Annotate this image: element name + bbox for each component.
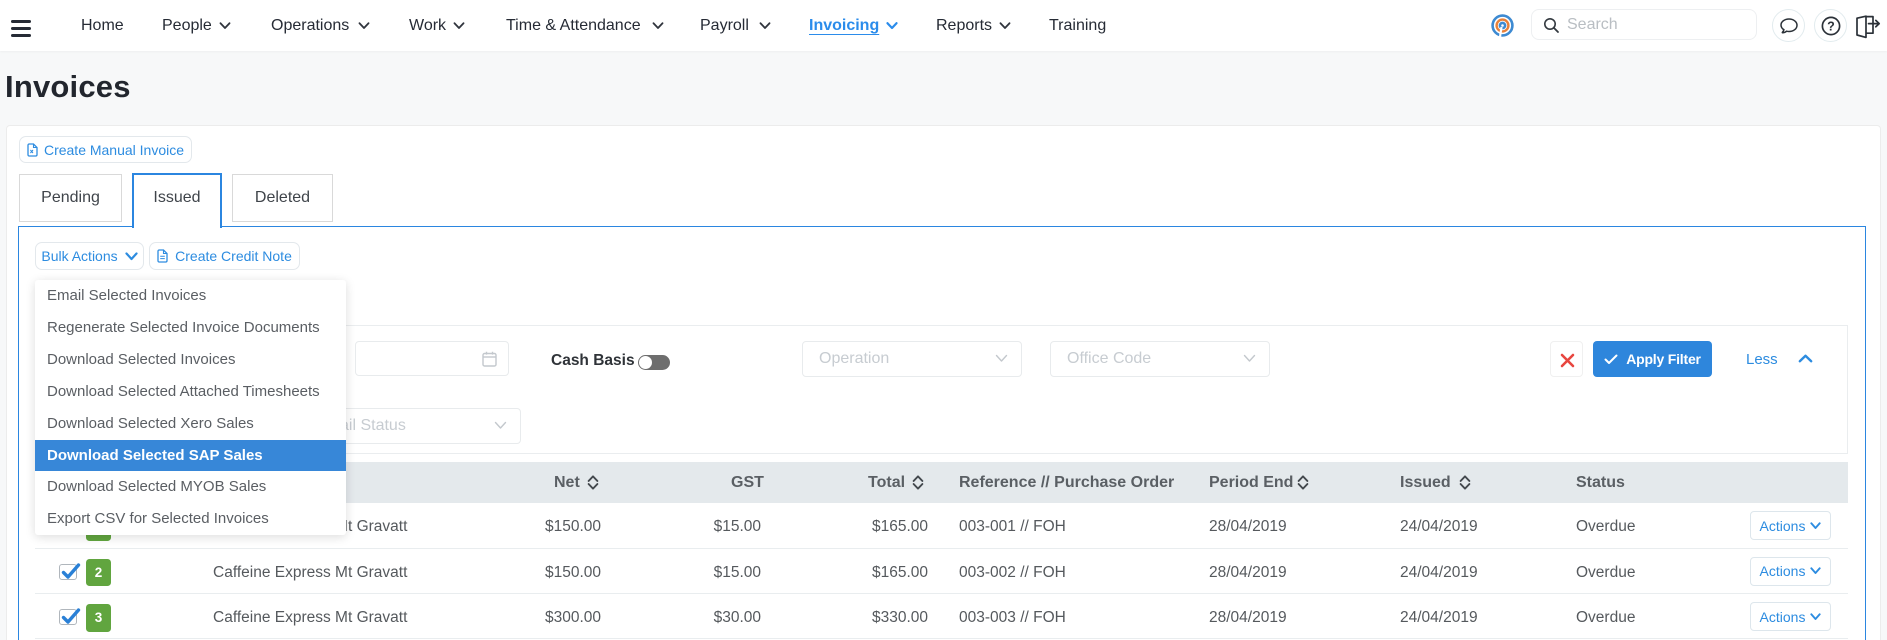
- svg-text:?: ?: [1827, 19, 1835, 33]
